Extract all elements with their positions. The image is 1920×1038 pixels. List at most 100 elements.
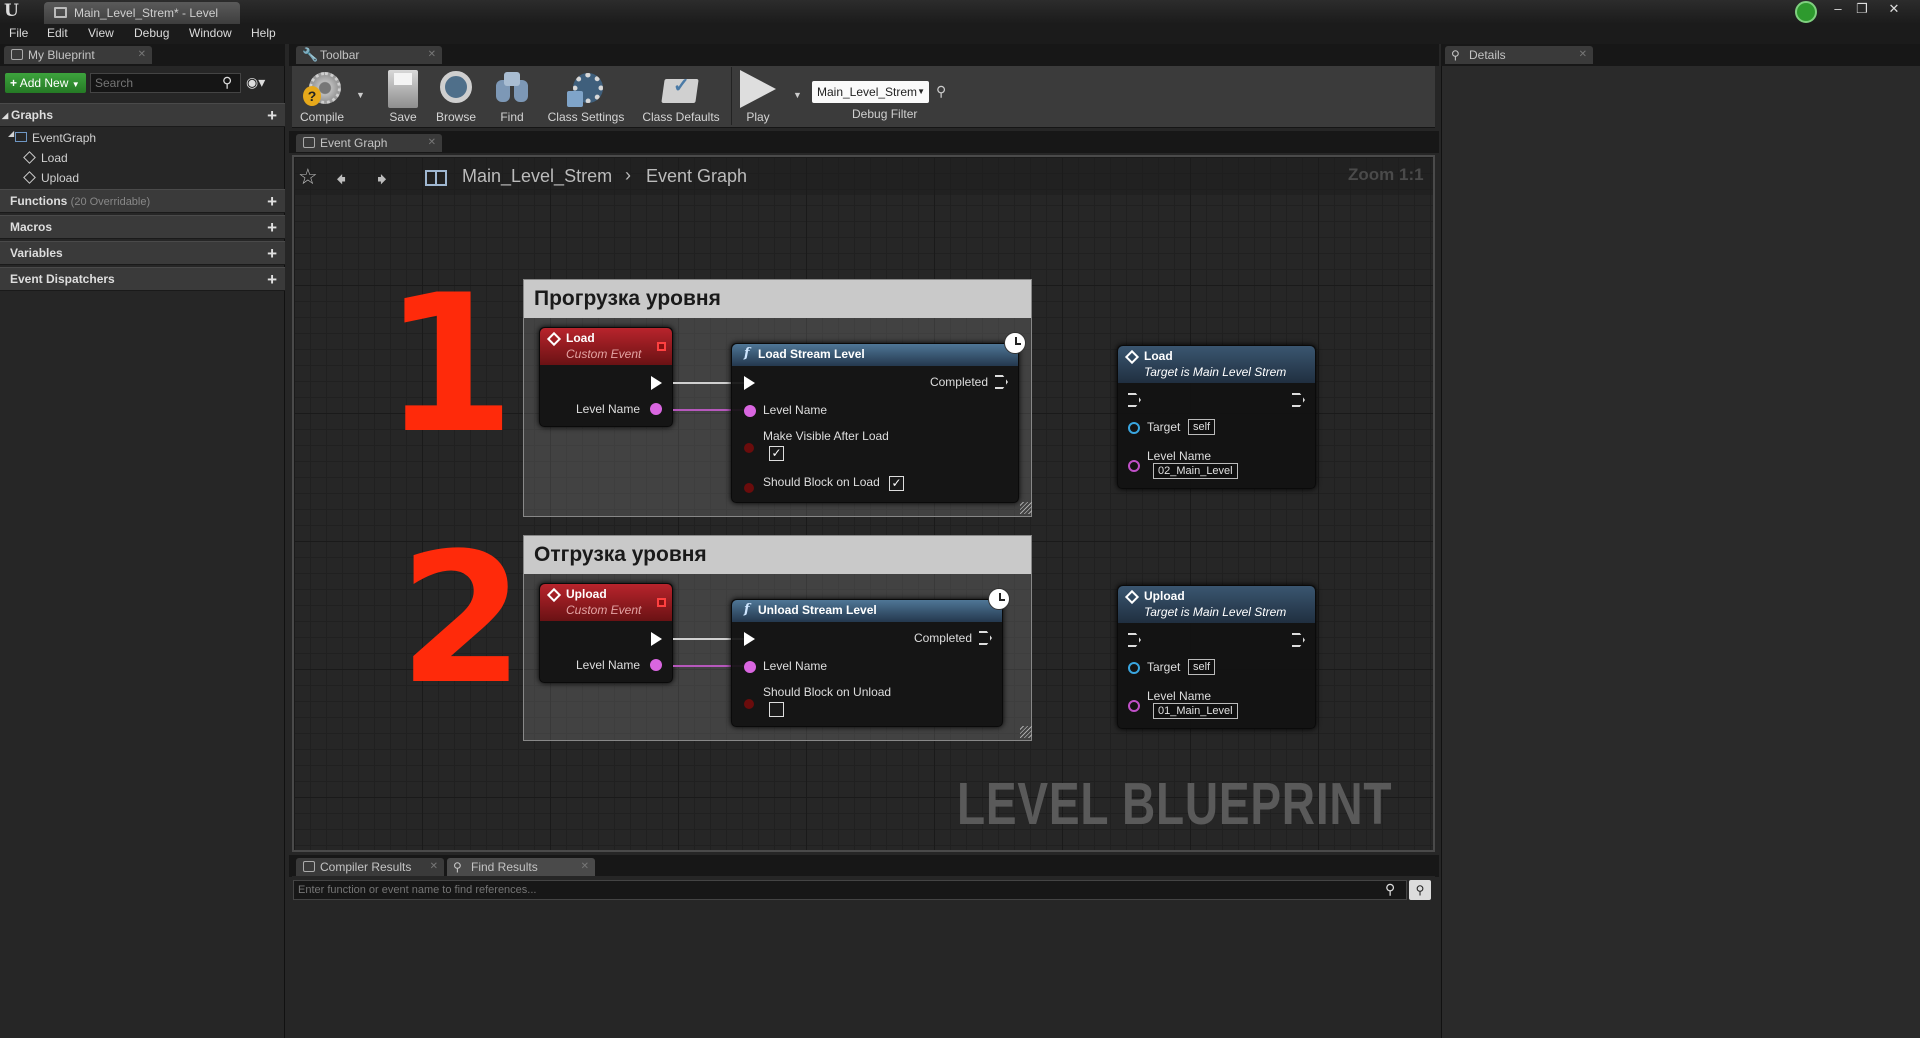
tab-find-results[interactable]: ⚲ Find Results ✕	[447, 858, 595, 876]
delegate-pin-icon[interactable]	[657, 598, 666, 607]
close-tab-icon[interactable]: ✕	[581, 858, 589, 876]
play-options-arrow-icon[interactable]: ▼	[793, 90, 802, 100]
browse-button[interactable]: Browse	[432, 68, 480, 124]
exec-out-pin[interactable]	[651, 376, 662, 390]
comment-title-unload[interactable]: Отгрузка уровня	[524, 536, 1031, 574]
menu-help[interactable]: Help	[251, 26, 276, 40]
binoculars-icon: ⚲	[453, 860, 462, 874]
debug-search-icon[interactable]: ⚲	[936, 83, 946, 100]
exec-in-pin[interactable]	[1128, 633, 1141, 647]
document-tab[interactable]: Main_Level_Strem* - Level	[44, 2, 240, 24]
tree-item-upload-event[interactable]: Upload	[23, 171, 79, 185]
save-button[interactable]: Save	[379, 68, 427, 124]
favorite-star-icon[interactable]: ☆	[298, 164, 318, 190]
exec-out-pin[interactable]	[1292, 633, 1305, 647]
add-graph-icon[interactable]: +	[267, 104, 277, 127]
menu-edit[interactable]: Edit	[47, 26, 68, 40]
tab-event-graph[interactable]: Event Graph ✕	[296, 134, 442, 152]
breadcrumb-root[interactable]: Main_Level_Strem	[462, 166, 612, 187]
close-icon[interactable]: ✕	[1884, 2, 1904, 18]
blueprint-search-input[interactable]	[90, 73, 241, 93]
comment-title-load[interactable]: Прогрузка уровня	[524, 280, 1031, 318]
close-tab-icon[interactable]: ✕	[1579, 46, 1587, 64]
view-options-eye-icon[interactable]: ◉▾	[246, 74, 265, 91]
find-in-all-blueprints-icon[interactable]: ⚲	[1409, 880, 1431, 900]
tab-toolbar[interactable]: 🔧 Toolbar ✕	[296, 46, 442, 64]
compile-options-arrow-icon[interactable]: ▼	[356, 90, 365, 100]
target-label: Target	[1147, 420, 1181, 434]
load-function-call-node[interactable]: Load Target is Main Level Strem Target se…	[1117, 345, 1316, 489]
close-tab-icon[interactable]: ✕	[430, 858, 438, 876]
level-name-in-pin[interactable]	[1128, 700, 1140, 712]
back-arrow-icon[interactable]: 🠸	[336, 165, 346, 199]
delegate-pin-icon[interactable]	[657, 342, 666, 351]
tab-my-blueprint[interactable]: My Blueprint ✕	[4, 46, 152, 64]
make-visible-checkbox[interactable]: ✓	[769, 446, 784, 461]
tab-compiler-results[interactable]: Compiler Results ✕	[296, 858, 444, 876]
exec-in-pin[interactable]	[744, 632, 755, 646]
event-dispatchers-section-header[interactable]: Event Dispatchers +	[0, 267, 285, 291]
add-new-button[interactable]: + Add New ▼	[5, 73, 86, 93]
close-tab-icon[interactable]: ✕	[138, 46, 146, 64]
level-name-in-pin[interactable]	[744, 661, 756, 673]
play-button[interactable]: Play	[734, 68, 782, 124]
should-block-checkbox[interactable]: ✓	[889, 476, 904, 491]
variables-section-header[interactable]: Variables +	[0, 241, 285, 265]
functions-header-label: Functions	[10, 194, 68, 208]
functions-section-header[interactable]: Functions (20 Overridable) +	[0, 189, 285, 213]
should-block-checkbox[interactable]	[769, 702, 784, 717]
find-button[interactable]: Find	[488, 68, 536, 124]
graphs-section-header[interactable]: ◢ Graphs +	[0, 103, 285, 127]
tree-item-load-event[interactable]: Load	[23, 151, 68, 165]
add-function-icon[interactable]: +	[267, 190, 277, 213]
add-macro-icon[interactable]: +	[267, 216, 277, 239]
tab-details[interactable]: ⚲ Details ✕	[1445, 46, 1593, 64]
close-tab-icon[interactable]: ✕	[428, 134, 436, 152]
target-pin[interactable]	[1128, 422, 1140, 434]
level-name-out-pin[interactable]	[650, 659, 662, 671]
target-value[interactable]: self	[1188, 659, 1216, 675]
completed-out-pin[interactable]	[979, 631, 992, 645]
menu-view[interactable]: View	[88, 26, 114, 40]
source-control-icon[interactable]	[1795, 1, 1817, 23]
add-variable-icon[interactable]: +	[267, 242, 277, 265]
menu-file[interactable]: File	[9, 26, 28, 40]
level-name-in-pin[interactable]	[744, 405, 756, 417]
should-block-pin[interactable]	[744, 483, 754, 493]
target-pin[interactable]	[1128, 662, 1140, 674]
exec-in-pin[interactable]	[744, 376, 755, 390]
level-name-value[interactable]: 01_Main_Level	[1153, 703, 1238, 719]
debug-object-select[interactable]: Main_Level_Strem ▼	[812, 81, 929, 103]
level-name-out-pin[interactable]	[650, 403, 662, 415]
exec-in-pin[interactable]	[1128, 393, 1141, 407]
make-visible-pin[interactable]	[744, 443, 754, 453]
should-block-pin[interactable]	[744, 699, 754, 709]
restore-icon[interactable]: ❐	[1852, 2, 1872, 18]
menu-debug[interactable]: Debug	[134, 26, 169, 40]
compile-button[interactable]: ? Compile	[294, 68, 350, 124]
find-references-input[interactable]	[293, 880, 1407, 900]
resize-grip-icon[interactable]	[1020, 502, 1032, 514]
forward-arrow-icon[interactable]: 🠺	[377, 165, 387, 199]
menu-window[interactable]: Window	[189, 26, 232, 40]
target-value[interactable]: self	[1188, 419, 1216, 435]
macros-section-header[interactable]: Macros +	[0, 215, 285, 239]
tree-item-eventgraph[interactable]: ◢ EventGraph	[8, 129, 96, 145]
upload-function-call-node[interactable]: Upload Target is Main Level Strem Target …	[1117, 585, 1316, 729]
add-dispatcher-icon[interactable]: +	[267, 268, 277, 291]
level-name-value[interactable]: 02_Main_Level	[1153, 463, 1238, 479]
debug-select-value: Main_Level_Strem	[817, 85, 918, 99]
level-name-in-pin[interactable]	[1128, 460, 1140, 472]
minimize-icon[interactable]: –	[1828, 2, 1848, 18]
close-tab-icon[interactable]: ✕	[428, 46, 436, 64]
load-custom-event-node[interactable]: Load Custom Event Level Name	[539, 327, 673, 427]
class-settings-button[interactable]: Class Settings	[543, 68, 629, 124]
resize-grip-icon[interactable]	[1020, 726, 1032, 738]
upload-custom-event-node[interactable]: Upload Custom Event Level Name	[539, 583, 673, 683]
exec-out-pin[interactable]	[1292, 393, 1305, 407]
unload-stream-level-node[interactable]: f Unload Stream Level Completed Level Nam…	[731, 599, 1003, 727]
load-stream-level-node[interactable]: f Load Stream Level Completed Level Name …	[731, 343, 1019, 503]
class-defaults-button[interactable]: ✓ Class Defaults	[636, 68, 726, 124]
exec-out-pin[interactable]	[651, 632, 662, 646]
completed-out-pin[interactable]	[995, 375, 1008, 389]
